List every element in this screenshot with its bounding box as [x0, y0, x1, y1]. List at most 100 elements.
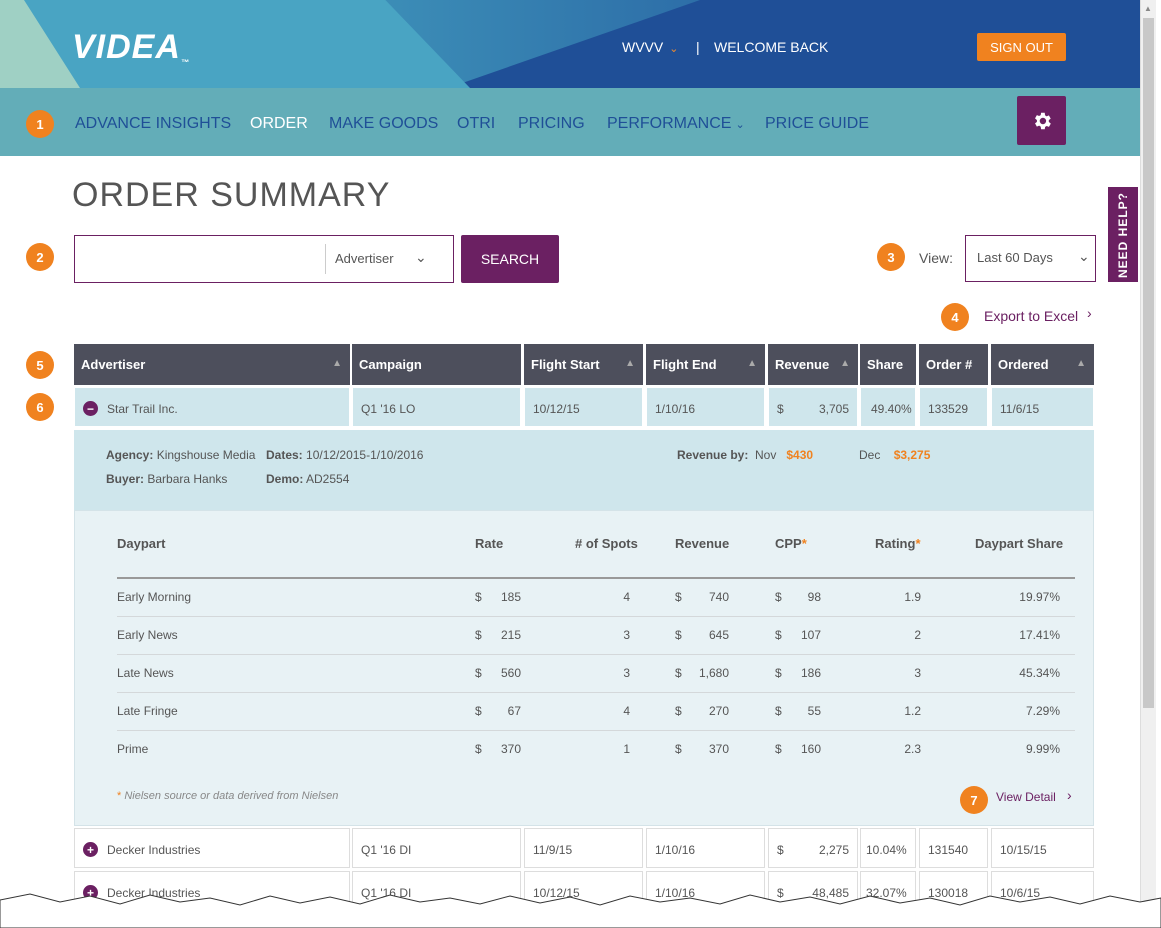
currency-symbol: $ [775, 590, 782, 604]
daypart-name: Late Fringe [117, 704, 178, 718]
daypart-row-divider [117, 654, 1075, 655]
daypart-name: Prime [117, 742, 149, 756]
daypart-rate: 67 [507, 704, 521, 718]
chevron-right-icon[interactable]: › [1087, 305, 1092, 321]
revenue-by-label: Revenue by: [677, 448, 749, 462]
daypart-panel [74, 510, 1094, 826]
daypart-name: Late News [117, 666, 174, 680]
nav-item-advance-insights[interactable]: ADVANCE INSIGHTS [75, 115, 231, 133]
daypart-share: 19.97% [1019, 590, 1060, 604]
callout-badge: 7 [960, 786, 988, 814]
daypart-share: 45.34% [1019, 666, 1060, 680]
cell-campaign: Q1 '16 LO [352, 387, 521, 427]
daypart-revenue: 740 [708, 590, 729, 604]
callout-badge: 1 [26, 110, 54, 138]
daypart-spots: 4 [623, 590, 630, 604]
callout-badge: 6 [26, 393, 54, 421]
nav-item-pricing[interactable]: PRICING [518, 115, 585, 133]
currency-symbol: $ [675, 628, 682, 642]
column-header-ordered[interactable]: Ordered ▲ [991, 344, 1094, 385]
sort-up-icon: ▲ [840, 358, 850, 369]
station-selector[interactable]: WVVV ⌄ [622, 39, 678, 55]
cell-share: 10.04% [860, 828, 916, 868]
logo[interactable]: VIDEA™ [72, 28, 190, 67]
chevron-right-icon[interactable]: › [1067, 787, 1072, 803]
column-header-order-number[interactable]: Order # [919, 344, 988, 385]
sign-out-button[interactable]: SIGN OUT [977, 33, 1066, 61]
daypart-row-divider [117, 730, 1075, 731]
currency-symbol: $ [675, 704, 682, 718]
nav-item-performance[interactable]: PERFORMANCE ⌄ [607, 115, 745, 133]
search-button[interactable]: SEARCH [461, 235, 559, 283]
daypart-share: 17.41% [1019, 628, 1060, 642]
daypart-row-divider [117, 616, 1075, 617]
daypart-revenue: 270 [708, 704, 729, 718]
search-filter-select[interactable]: Advertiser [335, 251, 394, 266]
daypart-header-cpp: CPP* [775, 536, 807, 551]
welcome-text: WELCOME BACK [714, 39, 829, 55]
nielsen-footnote: * Nielsen source or data derived from Ni… [117, 790, 339, 802]
view-select[interactable]: Last 60 Days ⌄ [965, 235, 1096, 282]
currency-symbol: $ [475, 590, 482, 604]
currency-symbol: $ [475, 742, 482, 756]
expand-icon[interactable]: + [83, 842, 98, 857]
sort-up-icon: ▲ [332, 358, 342, 369]
daypart-header-revenue: Revenue [675, 536, 730, 551]
cell-flight-start: 11/9/15 [524, 828, 643, 868]
column-header-share[interactable]: Share [860, 344, 916, 385]
chevron-down-icon[interactable]: ⌄ [415, 249, 427, 266]
order-detail-summary: Agency: Kingshouse Media Buyer: Barbara … [74, 430, 1094, 510]
nav-item-price-guide[interactable]: PRICE GUIDE [765, 115, 869, 133]
callout-badge: 3 [877, 243, 905, 271]
nav-item-order[interactable]: ORDER [250, 115, 308, 133]
daypart-cpp: 55 [807, 704, 821, 718]
column-header-advertiser[interactable]: Advertiser ▲ [74, 344, 350, 385]
scrollbar-thumb[interactable] [1143, 18, 1154, 708]
nav-item-make-goods[interactable]: MAKE GOODS [329, 115, 438, 133]
cell-flight-start: 10/12/15 [524, 387, 643, 427]
daypart-revenue: 1,680 [698, 666, 729, 680]
nav-item-otri[interactable]: OTRI [457, 115, 495, 133]
daypart-revenue: 370 [708, 742, 729, 756]
torn-edge-decoration [0, 893, 1161, 928]
search-divider [325, 244, 326, 274]
revenue-month-nov: Nov $430 [755, 448, 814, 462]
top-banner: VIDEA™ WVVV ⌄ | WELCOME BACK SIGN OUT [0, 0, 1140, 88]
table-row[interactable]: − Star Trail Inc. [74, 387, 350, 427]
view-select-value: Last 60 Days [977, 250, 1053, 265]
daypart-share: 9.99% [1025, 742, 1060, 756]
daypart-revenue: 645 [708, 628, 729, 642]
collapse-icon[interactable]: − [83, 401, 98, 416]
header-divider: | [696, 39, 700, 55]
cell-share: 49.40% [860, 387, 916, 427]
search-input[interactable] [75, 236, 325, 282]
page-title: ORDER SUMMARY [72, 176, 391, 214]
currency-symbol: $ [775, 742, 782, 756]
currency-symbol: $ [675, 590, 682, 604]
dates-field: Dates: 10/12/2015-1/10/2016 [266, 448, 424, 462]
settings-button[interactable] [1017, 96, 1066, 145]
daypart-header-spots: # of Spots [575, 536, 638, 551]
column-header-flight-start[interactable]: Flight Start ▲ [524, 344, 643, 385]
scroll-up-arrow-icon[interactable]: ▲ [1144, 4, 1152, 13]
column-header-campaign[interactable]: Campaign [352, 344, 521, 385]
daypart-rate: 185 [500, 590, 521, 604]
vertical-scrollbar[interactable]: ▲ [1140, 0, 1156, 928]
need-help-tab[interactable]: NEED HELP? [1108, 187, 1138, 282]
agency-field: Agency: Kingshouse Media [106, 448, 256, 462]
chevron-down-icon: ⌄ [1078, 248, 1090, 264]
chevron-down-icon: ⌄ [669, 43, 679, 55]
chevron-down-icon: ⌄ [735, 119, 745, 131]
currency-symbol: $ [675, 666, 682, 680]
view-detail-link[interactable]: View Detail [996, 790, 1056, 804]
revenue-month-dec: Dec $3,275 [859, 448, 931, 462]
cell-revenue: $2,275 [768, 828, 858, 868]
export-to-excel-link[interactable]: Export to Excel [984, 308, 1078, 324]
search-box: Advertiser ⌄ [74, 235, 454, 283]
column-header-revenue[interactable]: Revenue ▲ [768, 344, 858, 385]
daypart-rating: 2.3 [904, 742, 921, 756]
column-header-flight-end[interactable]: Flight End ▲ [646, 344, 765, 385]
table-row[interactable]: + Decker Industries [74, 828, 350, 868]
daypart-rating: 3 [914, 666, 921, 680]
daypart-rating: 1.9 [904, 590, 921, 604]
